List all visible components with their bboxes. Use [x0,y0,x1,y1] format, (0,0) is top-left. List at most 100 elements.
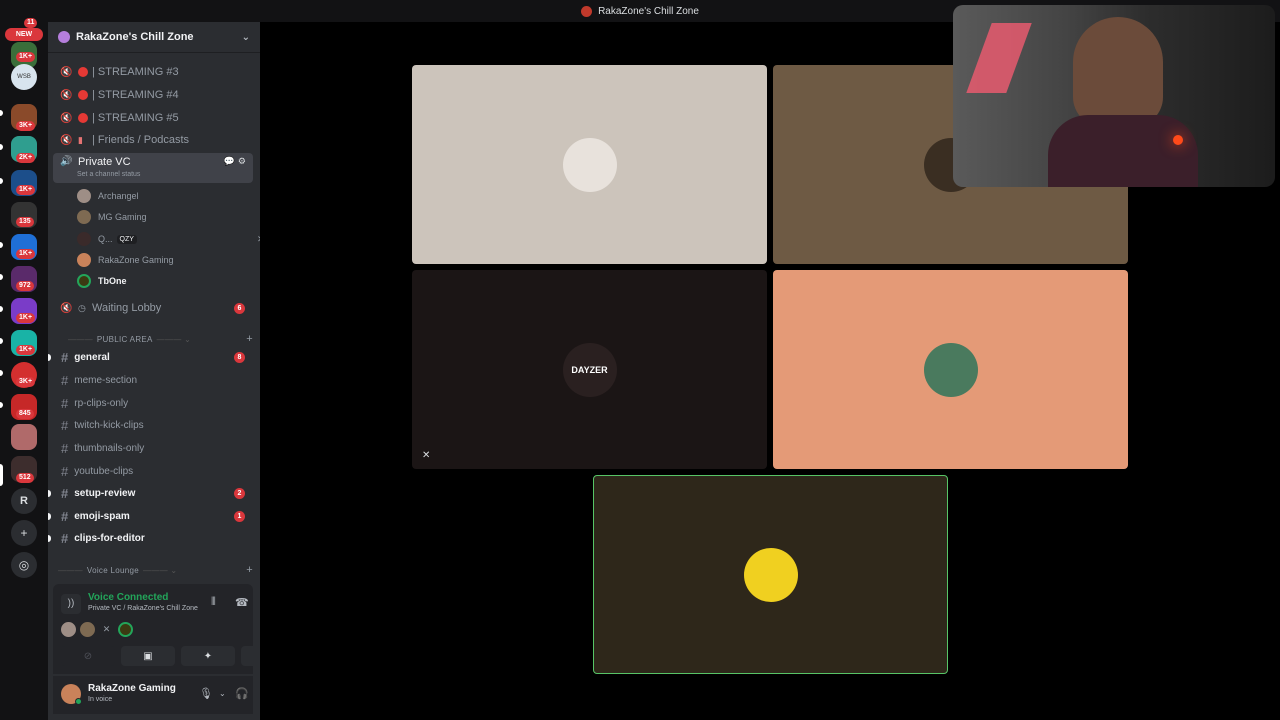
channel-label: | Friends / Podcasts [92,134,190,146]
voice-channel-private-vc[interactable]: 🔊 Private VC Set a channel status 💬⚙ [53,153,253,183]
member-name: MG Gaming [98,212,147,222]
server-icon[interactable] [11,424,37,450]
noise-suppression-icon[interactable]: ⦀ [211,596,216,609]
server-rail: 11 NEW 1K+ WSB 3K+ 2K+ 1K+ 135 1K+ 972 1… [0,0,48,720]
member-tag: QZY [116,234,137,244]
avatar[interactable] [61,622,76,637]
voice-channel-streaming-5[interactable]: 🔇 | STREAMING #5 [53,108,253,128]
avatar [77,274,91,288]
avatar [77,210,91,224]
server-badge: 845 [16,409,34,419]
unread-pip [0,306,3,312]
voice-channel-friends-podcasts[interactable]: 🔇 ▮ | Friends / Podcasts [53,130,253,150]
voice-location[interactable]: Private VC / RakaZone's Chill Zone [88,605,198,612]
microphone-icon[interactable]: 🎙 [199,687,213,700]
chevron-down-icon[interactable]: ⌄ [242,32,250,43]
server-icon [58,31,70,43]
speaker-muted-icon: 🔇 [60,89,73,101]
channel-label: clips-for-editor [74,532,145,544]
hash-icon: # [61,485,69,501]
text-channel-emoji-spam[interactable]: # emoji-spam 1 [48,506,253,526]
text-channel-clips-for-editor[interactable]: # clips-for-editor [48,528,253,548]
speaker-muted-icon: 🔇 [60,66,73,78]
add-channel-icon[interactable]: + [246,333,253,345]
hash-icon: # [61,417,69,433]
unread-pip [0,242,3,248]
unread-pip [48,534,51,542]
person-shirt [1048,115,1198,187]
speaker-muted-icon: 🔇 [60,112,73,124]
background-light [1173,135,1183,145]
speaker-icon: 🔊 [60,156,73,167]
avatar[interactable] [118,622,133,637]
voice-member[interactable]: Q... QZY ✕ [77,229,265,249]
server-badge: 1K+ [16,345,36,355]
server-icon-wsb[interactable]: WSB [11,64,37,90]
disconnect-icon[interactable]: ☎ [235,596,249,609]
screen-share-button[interactable]: ▣ [121,646,175,666]
hash-icon: # [61,349,69,365]
clock-icon: ◷ [78,302,86,313]
category-label: PUBLIC AREA [96,334,153,344]
unread-pip [48,512,51,520]
discover-icon[interactable]: ◎ [11,552,37,578]
signal-icon[interactable]: )) [61,594,81,614]
avatar [77,253,91,267]
channel-label: thumbnails-only [74,442,145,454]
server-initial[interactable]: R [11,488,37,514]
channel-label: rp-clips-only [74,397,129,409]
participant-avatar [562,137,617,192]
voice-member[interactable]: RakaZone Gaming [77,250,174,270]
voice-connection-panel: )) Voice Connected Private VC / RakaZone… [53,584,295,674]
user-name[interactable]: RakaZone Gaming [88,683,176,694]
text-channel-thumbnails-only[interactable]: # thumbnails-only [53,438,253,458]
add-channel-icon[interactable]: + [246,564,253,576]
hash-icon: # [61,530,69,546]
category-public-area[interactable]: ——— PUBLIC AREA ——— ⌄ + [58,332,253,346]
live-dot-icon [78,113,88,123]
participant-tile[interactable]: DAYZER ✕ [412,270,767,469]
activities-button[interactable]: ✦ [181,646,235,666]
voice-member[interactable]: MG Gaming [77,207,147,227]
mention-count-badge: 8 [234,351,245,363]
voice-channel-waiting-lobby[interactable]: 🔇 ◷ Waiting Lobby 6 [53,298,253,318]
text-channel-rp-clips-only[interactable]: # rp-clips-only [53,393,253,413]
participant-tile[interactable] [412,65,767,264]
text-channel-meme-section[interactable]: # meme-section [53,370,253,390]
participant-avatar [923,342,978,397]
participant-avatar [743,547,798,602]
text-channel-general[interactable]: # general 8 [48,347,253,367]
participant-tile[interactable] [773,270,1128,469]
voice-member-speaking[interactable]: TbOne [77,271,127,291]
text-channel-setup-review[interactable]: # setup-review 2 [48,483,253,503]
channel-label: Private VC [78,156,131,168]
channel-actions[interactable]: 💬⚙ [224,156,249,167]
server-header[interactable]: RakaZone's Chill Zone ⌄ [48,22,260,53]
logo-mark [966,23,1032,93]
channel-label: setup-review [74,487,136,499]
text-channel-youtube-clips[interactable]: # youtube-clips [53,461,253,481]
server-badge: 1K+ [16,313,36,323]
headphones-icon[interactable]: 🎧 [235,687,249,700]
unread-pip [0,370,3,376]
participant-avatar: DAYZER [562,342,617,397]
server-badge: 2K+ [16,153,36,163]
voice-status[interactable]: Voice Connected [88,592,168,603]
category-voice-lounge[interactable]: ——— Voice Lounge ——— ⌄ + [58,563,253,577]
participant-tile-speaking[interactable] [593,475,948,674]
server-badge: 972 [16,281,34,291]
camera-off-button[interactable]: ⊘ [61,646,115,666]
channel-status[interactable]: Set a channel status [77,171,140,178]
channel-label: youtube-clips [74,465,134,477]
chevron-down-icon[interactable]: ⌄ [219,689,226,698]
add-server-icon[interactable]: + [11,520,37,546]
unread-pip [0,110,3,116]
voice-channel-streaming-3[interactable]: 🔇 | STREAMING #3 [53,62,253,82]
avatar[interactable] [80,622,95,637]
voice-member[interactable]: Archangel [77,186,139,206]
voice-channel-streaming-4[interactable]: 🔇 | STREAMING #4 [53,85,253,105]
channel-label: meme-section [74,374,138,386]
member-name: TbOne [98,276,127,286]
text-channel-twitch-kick-clips[interactable]: # twitch-kick-clips [53,415,253,435]
user-panel: RakaZone Gaming In voice 🎙 ⌄ 🎧 ⚙ [53,676,285,714]
